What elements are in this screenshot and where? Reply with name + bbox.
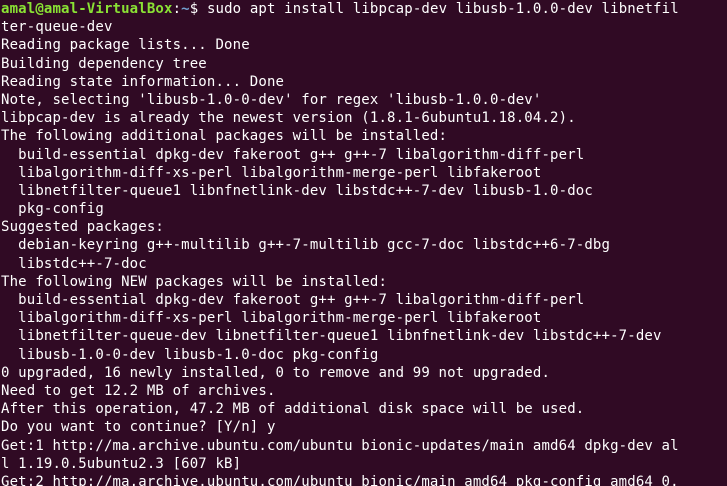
output-line: Note, selecting 'libusb-1.0-0-dev' for r…: [1, 91, 542, 108]
output-line: Reading package lists... Done: [1, 37, 250, 54]
prompt-path: ~: [181, 1, 190, 17]
output-line: Reading state information... Done: [1, 73, 285, 90]
prompt-separator: :: [172, 1, 182, 17]
prompt-symbol: $: [189, 1, 207, 17]
output-line: build-essential dpkg-dev fakeroot g++ g+…: [1, 292, 585, 308]
output-line: libusb-1.0-0-dev libusb-1.0-doc pkg-conf…: [1, 346, 379, 363]
output-line: 0 upgraded, 16 newly installed, 0 to rem…: [1, 364, 551, 381]
output-line: libalgorithm-diff-xs-perl libalgorithm-m…: [1, 164, 542, 181]
output-line: The following NEW packages will be insta…: [1, 273, 388, 290]
terminal-window[interactable]: amal@amal-VirtualBox:~$ sudo apt install…: [0, 0, 727, 486]
output-line: debian-keyring g++-multilib g++-7-multil…: [1, 237, 611, 254]
output-line: l 1.19.0.5ubuntu2.3 [607 kB]: [1, 455, 242, 472]
output-line: Need to get 12.2 MB of archives.: [1, 382, 276, 399]
output-line: ter-queue-dev: [1, 19, 113, 36]
output-line: After this operation, 47.2 MB of additio…: [1, 401, 585, 418]
output-line: libalgorithm-diff-xs-perl libalgorithm-m…: [1, 310, 542, 327]
command-text: sudo apt install libpcap-dev libusb-1.0.…: [206, 1, 679, 17]
output-line: libnetfilter-queue1 libnfnetlink-dev lib…: [1, 182, 593, 199]
output-line: libpcap-dev is already the newest versio…: [1, 110, 576, 127]
output-line: libnetfilter-queue-dev libnetfilter-queu…: [1, 328, 662, 345]
prompt-user-host: amal@amal-VirtualBox: [1, 1, 173, 17]
output-line: Suggested packages:: [1, 219, 164, 236]
output-line: Do you want to continue? [Y/n] y: [1, 419, 276, 436]
prompt-line: amal@amal-VirtualBox:~$ sudo apt install…: [1, 0, 727, 18]
output-line: Get:1 http://ma.archive.ubuntu.com/ubunt…: [1, 437, 679, 454]
output-line: libstdc++-7-doc: [1, 255, 147, 272]
output-line: Building dependency tree: [1, 55, 207, 72]
output-line: Get:2 http://ma.archive.ubuntu.com/ubunt…: [1, 473, 679, 486]
output-line: pkg-config: [1, 201, 104, 218]
output-line: The following additional packages will b…: [1, 128, 448, 145]
output-line: build-essential dpkg-dev fakeroot g++ g+…: [1, 146, 585, 163]
